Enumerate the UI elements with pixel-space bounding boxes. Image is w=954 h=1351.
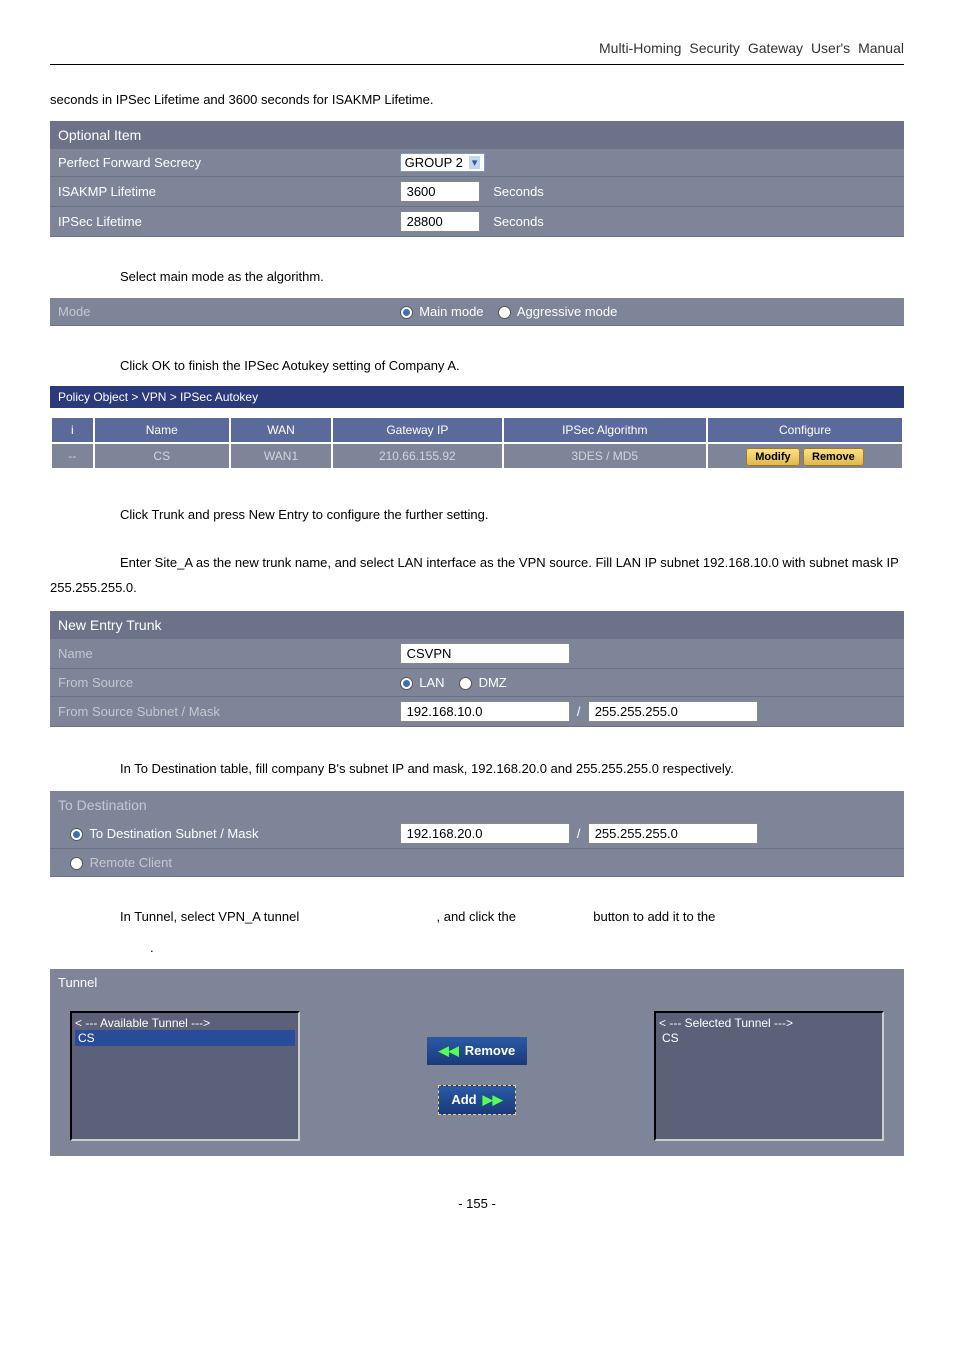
ipsec-input[interactable]: 28800 [400,211,480,232]
slash: / [577,704,581,719]
trunk-source-label: From Source [50,668,392,696]
aggressive-mode-label: Aggressive mode [517,304,617,319]
cell-gateway: 210.66.155.92 [332,443,502,469]
optional-item-title: Optional Item [50,121,904,149]
th-algo: IPSec Algorithm [503,417,707,443]
ok-instruction: Click OK to finish the IPSec Aotukey set… [50,356,904,377]
trunk-subnet-label: From Source Subnet / Mask [50,696,392,726]
trunk-enter-text: Enter Site_A as the new trunk name, and … [50,551,904,600]
isakmp-input[interactable]: 3600 [400,181,480,202]
dest-mask-input[interactable]: 255.255.255.0 [588,823,758,844]
pfs-value: GROUP 2 [405,155,463,170]
dest-subnet-label: To Destination Subnet / Mask [89,826,258,841]
chevron-down-icon: ▾ [469,156,481,169]
list-item[interactable]: CS [75,1030,295,1046]
cell-i: -- [51,443,94,469]
list-item[interactable]: CS [659,1030,879,1046]
optional-item-table: Optional Item Perfect Forward Secrecy GR… [50,121,904,237]
tunnel-dot: . [50,938,904,959]
tunnel-body: < --- Available Tunnel ---> CS ◀◀ Remove… [50,996,904,1156]
dest-ip-input[interactable]: 192.168.20.0 [400,823,570,844]
arrow-left-icon: ◀◀ [439,1043,459,1059]
trunk-name-label: Name [50,639,392,669]
pfs-label: Perfect Forward Secrecy [50,149,392,177]
isakmp-unit: Seconds [493,184,544,199]
isakmp-label: ISAKMP Lifetime [50,176,392,206]
selected-header: < --- Selected Tunnel ---> [659,1016,879,1030]
table-row: -- CS WAN1 210.66.155.92 3DES / MD5 Modi… [51,443,903,469]
mode-instruction: Select main mode as the algorithm. [50,267,904,288]
trunk-name-input[interactable]: CSVPN [400,643,570,664]
dest-table: To Destination To Destination Subnet / M… [50,791,904,877]
page-number: - 155 - [50,1196,904,1211]
tunnel-instruction: In Tunnel, select VPN_A tunnel , and cli… [50,907,904,928]
dest-title: To Destination [50,791,904,819]
cell-algo: 3DES / MD5 [503,443,707,469]
lan-radio[interactable] [400,677,413,690]
subnet-ip-input[interactable]: 192.168.10.0 [400,701,570,722]
selected-tunnel-list[interactable]: < --- Selected Tunnel ---> CS [654,1011,884,1141]
trunk-title: New Entry Trunk [50,611,904,639]
tunnel-title: Tunnel [50,969,904,996]
trunk-click-text: Click Trunk and press New Entry to confi… [50,505,904,526]
breadcrumb: Policy Object > VPN > IPSec Autokey [50,386,904,416]
pfs-select[interactable]: GROUP 2 ▾ [400,153,486,172]
main-mode-label: Main mode [419,304,483,319]
cell-conf: Modify Remove [707,443,903,469]
th-i: i [51,417,94,443]
th-name: Name [94,417,230,443]
add-tunnel-button[interactable]: Add ▶▶ [438,1085,515,1115]
ipsec-unit: Seconds [493,214,544,229]
main-mode-radio[interactable] [400,306,413,319]
th-gateway: Gateway IP [332,417,502,443]
page-header: Multi-Homing Security Gateway User's Man… [50,40,904,65]
cell-wan: WAN1 [230,443,332,469]
intro-text: seconds in IPSec Lifetime and 3600 secon… [50,90,904,111]
dmz-radio[interactable] [459,677,472,690]
mode-table: Mode Main mode Aggressive mode [50,298,904,326]
th-conf: Configure [707,417,903,443]
mode-label: Mode [50,298,392,326]
remote-client-label: Remote Client [90,855,172,870]
subnet-mask-input[interactable]: 255.255.255.0 [588,701,758,722]
available-tunnel-list[interactable]: < --- Available Tunnel ---> CS [70,1011,300,1141]
trunk-table: New Entry Trunk Name CSVPN From Source L… [50,611,904,727]
slash2: / [577,826,581,841]
autokey-table: i Name WAN Gateway IP IPSec Algorithm Co… [50,416,904,470]
remove-tunnel-button[interactable]: ◀◀ Remove [427,1037,528,1065]
aggressive-mode-radio[interactable] [498,306,511,319]
lan-label: LAN [419,675,444,690]
remote-client-radio[interactable] [70,857,83,870]
dest-instruction: In To Destination table, fill company B'… [50,757,904,782]
modify-button[interactable]: Modify [746,448,799,466]
arrow-right-icon: ▶▶ [483,1092,503,1108]
dest-subnet-radio[interactable] [70,828,83,841]
dmz-label: DMZ [479,675,507,690]
th-wan: WAN [230,417,332,443]
ipsec-label: IPSec Lifetime [50,206,392,236]
remove-button[interactable]: Remove [803,448,864,466]
available-header: < --- Available Tunnel ---> [75,1016,295,1030]
cell-name: CS [94,443,230,469]
